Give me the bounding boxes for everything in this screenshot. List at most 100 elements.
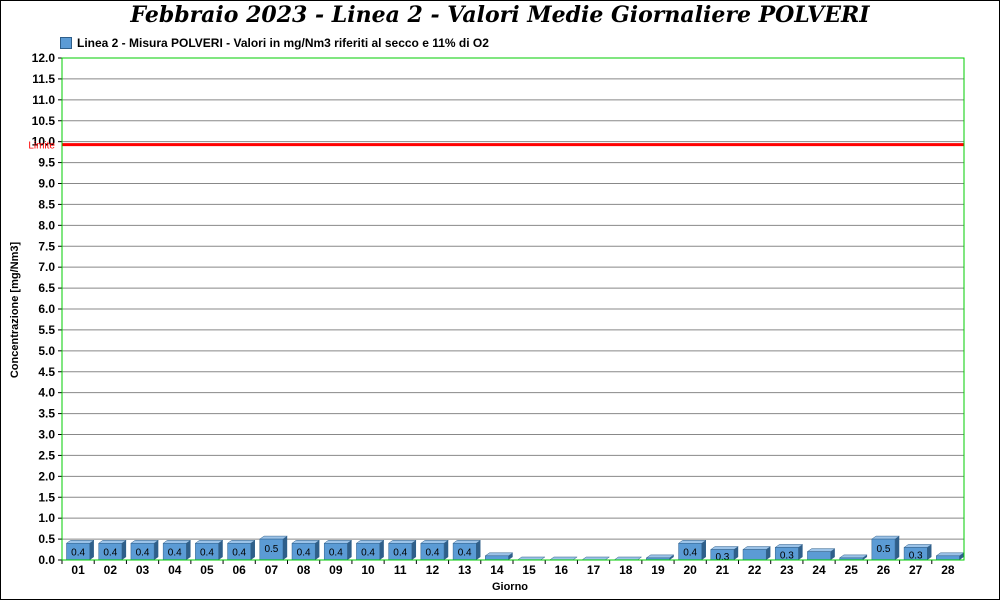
x-tick-label: 28 <box>941 563 955 577</box>
bar-top <box>935 552 965 557</box>
bar-data-label: 0.4 <box>103 548 117 559</box>
bar-top <box>65 540 95 544</box>
x-tick-label: 12 <box>426 563 440 577</box>
bar-side <box>121 540 127 560</box>
bar-side <box>411 540 417 560</box>
y-tick-label: 0.0 <box>38 553 55 567</box>
bar-data-label: 0.4 <box>168 548 182 559</box>
x-tick-label: 23 <box>780 563 794 577</box>
x-tick-label: 07 <box>265 563 279 577</box>
x-tick-label: 18 <box>619 563 633 577</box>
bar-side <box>444 540 449 560</box>
bar-top <box>484 552 514 557</box>
y-tick-label: 3.5 <box>38 407 55 421</box>
bar-data-label: 0.4 <box>329 548 343 559</box>
bars: 0.4 0.4 0.4 0.4 0.4 0.4 0.5 0.4 0.4 0.4 0.4 0.4 0.4 0… <box>65 535 965 563</box>
x-tick-label: 02 <box>104 563 118 577</box>
x-tick-label: 19 <box>651 563 665 577</box>
x-axis-ticks: 01 02 03 04 05 06 07 08 09 10 11 12 13 14 15 16 17 18 19 20… <box>61 560 955 577</box>
bar-data-label: 0.4 <box>232 548 246 559</box>
bar-top <box>323 540 353 544</box>
bar-side <box>701 540 706 560</box>
x-tick-label: 16 <box>555 563 569 577</box>
x-tick-label: 05 <box>200 563 214 577</box>
bar-data-label: 0.4 <box>393 548 407 559</box>
bar-top <box>677 540 707 544</box>
bar-top <box>162 540 192 544</box>
bar-side <box>315 540 320 560</box>
bar-data-label: 0.4 <box>71 548 85 559</box>
x-tick-label: 09 <box>329 563 343 577</box>
y-tick-label: 9.0 <box>38 177 55 191</box>
y-tick-label: 4.0 <box>38 386 55 400</box>
x-tick-label: 03 <box>136 563 150 577</box>
x-tick-label: 27 <box>909 563 923 577</box>
bar-data-label: 0.4 <box>683 548 697 559</box>
y-tick-label: 6.5 <box>38 281 55 295</box>
bar-data-label: 0.4 <box>426 548 440 559</box>
bar-top <box>774 544 804 548</box>
bar-side <box>379 540 384 560</box>
bar-top <box>97 540 127 544</box>
x-tick-label: 15 <box>522 563 536 577</box>
bar-data-label: 0.4 <box>136 548 150 559</box>
bar-top <box>742 546 772 550</box>
y-axis-label: Concentrazione [mg/Nm3] <box>9 242 21 379</box>
limit-label: Limite <box>28 141 55 152</box>
bar-data-label: 0.4 <box>361 548 375 559</box>
bar-top <box>838 554 868 559</box>
y-tick-label: 3.0 <box>38 428 55 442</box>
bar-side <box>476 540 481 560</box>
x-tick-label: 21 <box>716 563 730 577</box>
bar-side <box>895 536 900 560</box>
y-tick-label: 8.0 <box>38 218 55 232</box>
bar-data-label: 0.4 <box>458 548 472 559</box>
y-tick-label: 11.5 <box>32 72 55 86</box>
bar-top <box>130 540 160 544</box>
x-tick-label: 24 <box>812 563 826 577</box>
y-tick-label: 7.5 <box>38 239 55 253</box>
x-tick-label: 20 <box>683 563 697 577</box>
bar-top <box>645 554 675 559</box>
bar-top <box>903 544 933 548</box>
bar-top <box>291 540 321 544</box>
y-tick-label: 12.0 <box>32 51 56 65</box>
y-tick-label: 6.0 <box>38 302 55 316</box>
bar-top <box>387 540 417 544</box>
bar-chart: 0.0 0.5 1.0 1.5 2.0 2.5 3.0 3.5 4.0 4.5 5.0 5.5 6.0 6… <box>9 51 965 593</box>
x-tick-label: 11 <box>394 563 407 577</box>
y-tick-label: 7.0 <box>38 260 55 274</box>
y-tick-label: 0.5 <box>38 532 55 546</box>
x-axis-label: Giorno <box>492 581 528 593</box>
y-tick-label: 5.0 <box>38 344 55 358</box>
x-tick-label: 13 <box>458 563 472 577</box>
bar-data-label: 0.4 <box>200 548 214 559</box>
x-tick-label: 10 <box>361 563 375 577</box>
x-tick-label: 17 <box>587 563 601 577</box>
x-tick-label: 22 <box>748 563 762 577</box>
bar <box>936 555 960 561</box>
bar-data-label: 0.3 <box>715 552 729 563</box>
y-tick-label: 1.5 <box>38 490 55 504</box>
bar-top <box>710 546 739 550</box>
x-tick-label: 14 <box>490 563 504 577</box>
x-tick-label: 26 <box>877 563 891 577</box>
y-tick-label: 2.0 <box>38 469 55 483</box>
x-tick-label: 01 <box>71 563 85 577</box>
bar-side <box>282 536 288 560</box>
bar-top <box>806 548 836 552</box>
y-tick-label: 11.0 <box>32 93 55 107</box>
y-tick-label: 8.5 <box>38 197 55 211</box>
bar-top <box>355 540 385 544</box>
bar <box>807 551 831 561</box>
grid-lines <box>62 57 964 561</box>
bar-data-label: 0.5 <box>264 544 278 555</box>
y-tick-label: 4.5 <box>38 365 55 379</box>
bar <box>485 555 509 561</box>
bar-side <box>250 540 255 560</box>
bar-data-label: 0.4 <box>297 548 311 559</box>
x-tick-label: 04 <box>168 563 182 577</box>
x-tick-label: 08 <box>297 563 311 577</box>
x-tick-label: 25 <box>845 563 859 577</box>
bar <box>742 549 767 561</box>
